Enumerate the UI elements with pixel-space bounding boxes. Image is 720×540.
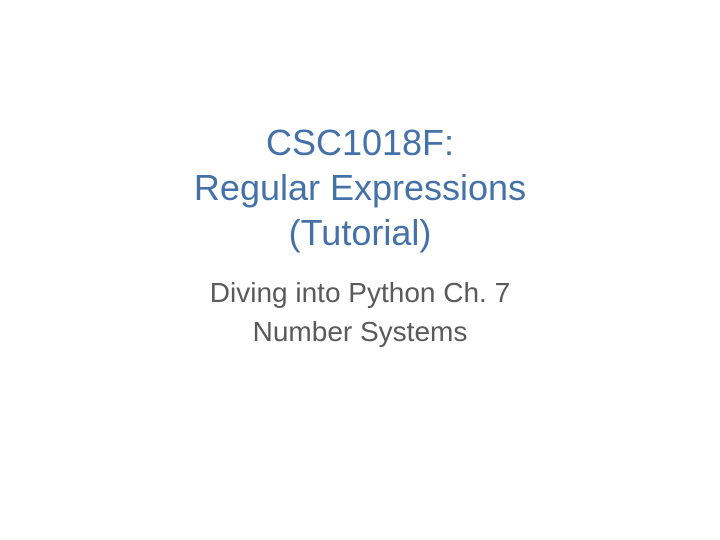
title-line-3: (Tutorial) — [194, 210, 526, 255]
title-line-2: Regular Expressions — [194, 165, 526, 210]
title-line-1: CSC1018F: — [194, 120, 526, 165]
subtitle-line-1: Diving into Python Ch. 7 — [210, 273, 510, 312]
slide-container: CSC1018F: Regular Expressions (Tutorial)… — [0, 0, 720, 540]
slide-subtitle: Diving into Python Ch. 7 Number Systems — [210, 273, 510, 351]
slide-title: CSC1018F: Regular Expressions (Tutorial) — [194, 120, 526, 255]
subtitle-line-2: Number Systems — [210, 312, 510, 351]
